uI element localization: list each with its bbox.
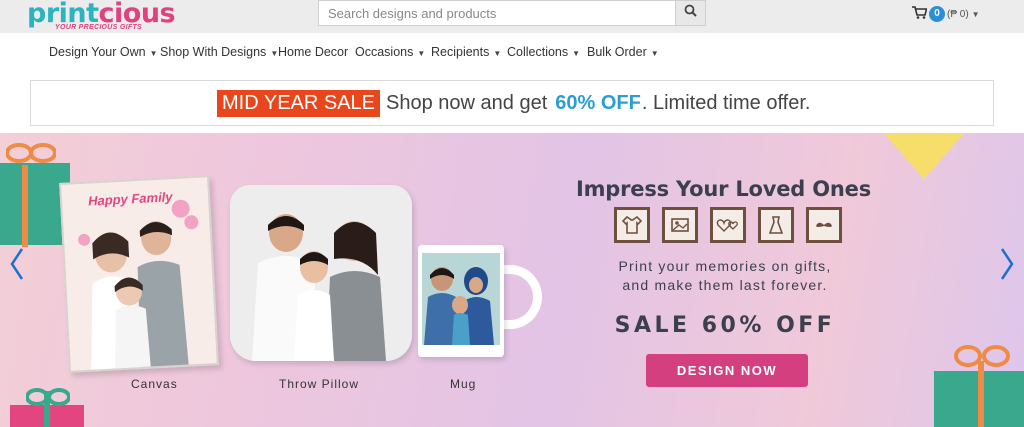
dress-icon	[758, 207, 794, 243]
chevron-left-icon	[9, 247, 25, 286]
nav-item-occasions[interactable]: Occasions ▼	[355, 45, 425, 59]
banner-subtext: Print your memories on gifts, and make t…	[566, 257, 884, 295]
mustache-icon	[806, 207, 842, 243]
carousel-next-button[interactable]	[996, 246, 1018, 286]
nav-item-design-your-own[interactable]: Design Your Own ▼	[49, 45, 158, 59]
yellow-decoration	[882, 133, 966, 179]
cart-count-badge: 0	[929, 6, 945, 22]
promo-discount: 60% OFF	[555, 92, 641, 114]
product-label-throw-pillow: Throw Pillow	[279, 377, 360, 391]
chevron-down-icon: ▼	[493, 49, 502, 58]
chevron-down-icon: ▼	[971, 9, 980, 19]
brand-logo[interactable]: printcious YOUR PRECIOUS GIFTS	[27, 0, 176, 31]
product-label-canvas: Canvas	[131, 377, 178, 391]
hearts-icon	[710, 207, 746, 243]
nav-item-home-decor[interactable]: Home Decor	[278, 45, 348, 59]
throw-pillow-product-image	[230, 185, 412, 361]
banner-subtext-line-2: and make them last forever.	[622, 277, 828, 293]
banner-headline: Impress Your Loved Ones	[576, 177, 871, 201]
mug-product-image	[418, 245, 504, 357]
family-photo-icon	[418, 245, 504, 357]
cart-total: (₱ 0)	[947, 8, 969, 20]
search-button[interactable]	[675, 1, 705, 25]
gift-bow-decoration	[26, 388, 70, 406]
hero-carousel[interactable]: Happy Family Canvas Throw Pillow Mug Imp…	[0, 133, 1024, 427]
nav-item-collections[interactable]: Collections ▼	[507, 45, 580, 59]
family-photo-icon	[230, 185, 412, 361]
top-bar: printcious YOUR PRECIOUS GIFTS 0 (₱ 0) ▼	[0, 0, 1024, 33]
search-input[interactable]	[319, 1, 675, 25]
nav-label: Bulk Order	[587, 45, 647, 59]
main-nav: Design Your Own ▼ Shop With Designs ▼ Home…	[0, 33, 1024, 73]
chevron-down-icon: ▼	[149, 49, 158, 58]
chevron-right-icon	[999, 247, 1015, 286]
promo-text: MID YEAR SALE Shop now and get 60% OFF .…	[217, 90, 810, 117]
logo-text: printcious	[27, 0, 176, 27]
promo-text-before: Shop now and get	[386, 92, 548, 114]
nav-label: Home Decor	[278, 45, 349, 59]
nav-label: Shop With Designs	[160, 45, 267, 59]
gift-bow-decoration	[6, 143, 56, 163]
promo-banner[interactable]: MID YEAR SALE Shop now and get 60% OFF .…	[30, 80, 994, 126]
chevron-down-icon: ▼	[417, 49, 426, 58]
cart-button[interactable]: 0 (₱ 0) ▼	[912, 6, 980, 22]
nav-item-shop-with-designs[interactable]: Shop With Designs ▼	[160, 45, 278, 59]
mug-handle-decoration	[500, 265, 542, 329]
chevron-down-icon: ▼	[650, 49, 659, 58]
family-photo-icon	[78, 199, 199, 373]
nav-item-bulk-order[interactable]: Bulk Order ▼	[587, 45, 659, 59]
gift-ribbon-decoration	[22, 165, 28, 247]
nav-label: Collections	[507, 45, 569, 59]
shirt-icon	[614, 207, 650, 243]
canvas-product-image: Happy Family	[59, 175, 219, 373]
gift-bow-decoration	[954, 345, 1010, 367]
chevron-down-icon: ▼	[572, 49, 581, 58]
nav-item-recipients[interactable]: Recipients ▼	[431, 45, 501, 59]
banner-subtext-line-1: Print your memories on gifts,	[618, 258, 832, 274]
search-bar	[318, 0, 706, 26]
sale-text: SALE 60% OFF	[614, 313, 836, 338]
search-icon	[684, 4, 697, 22]
gift-icons-row	[614, 207, 842, 243]
nav-label: Recipients	[431, 45, 490, 59]
design-now-button[interactable]: DESIGN NOW	[646, 354, 808, 387]
photo-icon	[662, 207, 698, 243]
product-label-mug: Mug	[450, 377, 477, 391]
carousel-prev-button[interactable]	[6, 246, 28, 286]
sale-tag: MID YEAR SALE	[217, 90, 381, 117]
nav-label: Occasions	[355, 45, 414, 59]
cart-icon	[912, 6, 928, 22]
nav-label: Design Your Own	[49, 45, 146, 59]
promo-text-after: . Limited time offer.	[641, 92, 811, 114]
